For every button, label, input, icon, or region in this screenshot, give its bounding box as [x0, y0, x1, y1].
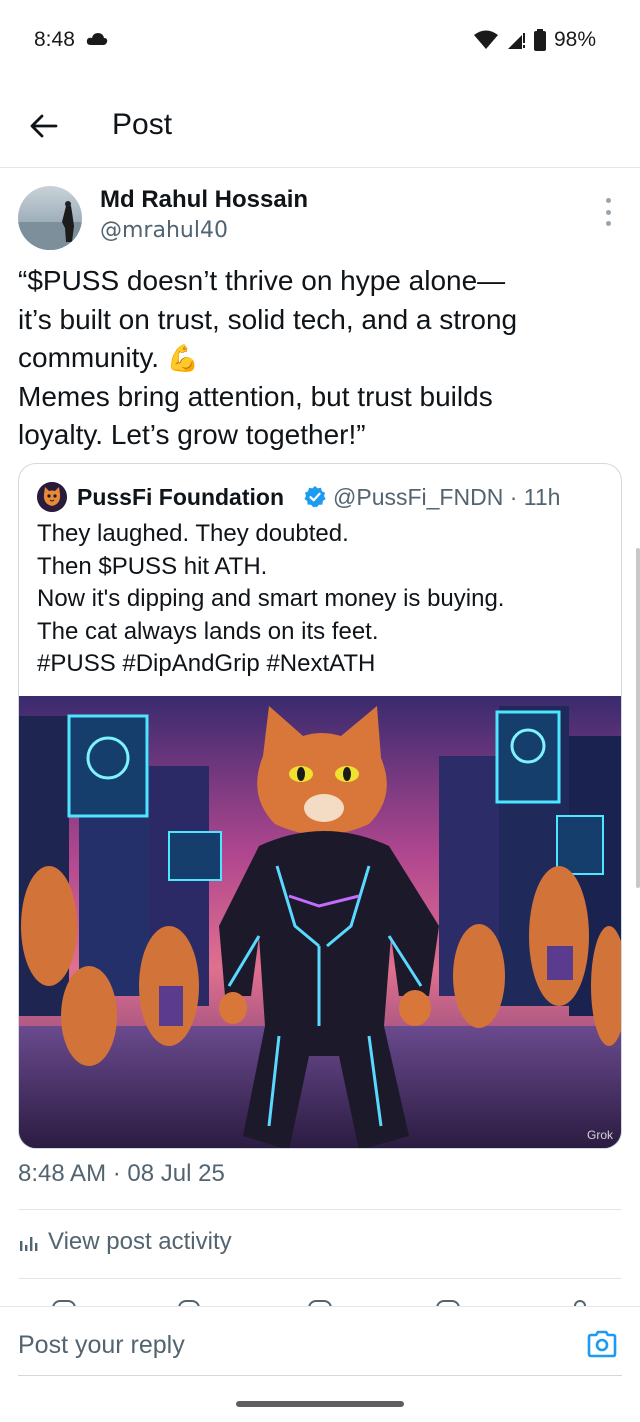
divider	[18, 1278, 622, 1279]
divider	[18, 1209, 622, 1210]
flexed-biceps-emoji: 💪	[166, 343, 200, 373]
reply-bar	[0, 1306, 640, 1376]
post-text-line: community. 💪	[18, 339, 618, 378]
quote-text-line: Now it's dipping and smart money is buyi…	[37, 585, 505, 612]
back-button[interactable]	[24, 106, 64, 146]
post-text-line: it’s built on trust, solid tech, and a s…	[18, 303, 518, 335]
cyber-cat-illustration	[19, 696, 621, 1148]
arrow-left-icon	[30, 114, 58, 138]
quote-text: They laughed. They doubted. Then $PUSS h…	[37, 518, 607, 681]
post-header: Post	[0, 90, 640, 168]
post-text-line: “$PUSS doesn’t thrive on hype alone—	[18, 265, 506, 296]
activity-label: View post activity	[48, 1228, 232, 1255]
verified-badge-icon	[304, 486, 326, 508]
reply-underline	[18, 1375, 622, 1376]
post-text-line-content: community.	[18, 342, 167, 373]
quote-text-line: They laughed. They doubted.	[37, 520, 349, 547]
quote-text-line: The cat always lands on its feet.	[37, 617, 379, 645]
author-handle[interactable]: @mrahul40	[100, 218, 228, 243]
signal-icon	[507, 33, 525, 49]
reply-input[interactable]	[18, 1331, 558, 1360]
view-post-activity-button[interactable]: View post activity	[18, 1228, 232, 1256]
quoted-post[interactable]: PussFi Foundation @PussFi_FNDN · 11h The…	[18, 463, 622, 1149]
avatar[interactable]	[18, 186, 82, 250]
grok-watermark: Grok	[586, 1128, 613, 1142]
more-dot	[605, 198, 611, 203]
battery-icon	[533, 29, 546, 51]
status-bar: 8:48 98%	[0, 0, 640, 80]
post-text-line: Memes bring attention, but trust builds	[18, 380, 493, 412]
wifi-icon	[473, 30, 498, 49]
quote-image[interactable]: Grok	[19, 696, 621, 1148]
cloud-icon	[86, 33, 108, 45]
status-icons: 98%	[473, 28, 596, 52]
page-title: Post	[112, 108, 173, 141]
more-dot	[605, 221, 611, 226]
post-text-line: loyalty. Let’s grow together!”	[18, 419, 366, 450]
quote-author-name[interactable]: PussFi Foundation	[77, 484, 284, 511]
more-dot	[605, 209, 611, 215]
status-time: 8:48	[34, 28, 75, 51]
quote-avatar[interactable]	[37, 482, 67, 512]
scrollbar[interactable]	[636, 548, 640, 888]
more-options-button[interactable]	[598, 198, 618, 226]
quote-hashtags: #PUSS #DipAndGrip #NextATH	[37, 650, 376, 677]
gesture-navigation-bar[interactable]	[236, 1401, 404, 1407]
camera-icon[interactable]	[586, 1329, 618, 1359]
battery-percent: 98%	[553, 28, 596, 51]
author-name[interactable]: Md Rahul Hossain	[100, 186, 308, 214]
analytics-icon	[20, 1237, 38, 1251]
post-text: “$PUSS doesn’t thrive on hype alone— it’…	[18, 262, 618, 455]
cat-logo-icon	[37, 482, 67, 512]
avatar-image	[18, 186, 82, 250]
quote-text-line: Then $PUSS hit ATH.	[37, 552, 268, 580]
quote-handle-time: @PussFi_FNDN · 11h	[333, 484, 561, 510]
post-timestamp: 8:48 AM · 08 Jul 25	[18, 1160, 225, 1187]
